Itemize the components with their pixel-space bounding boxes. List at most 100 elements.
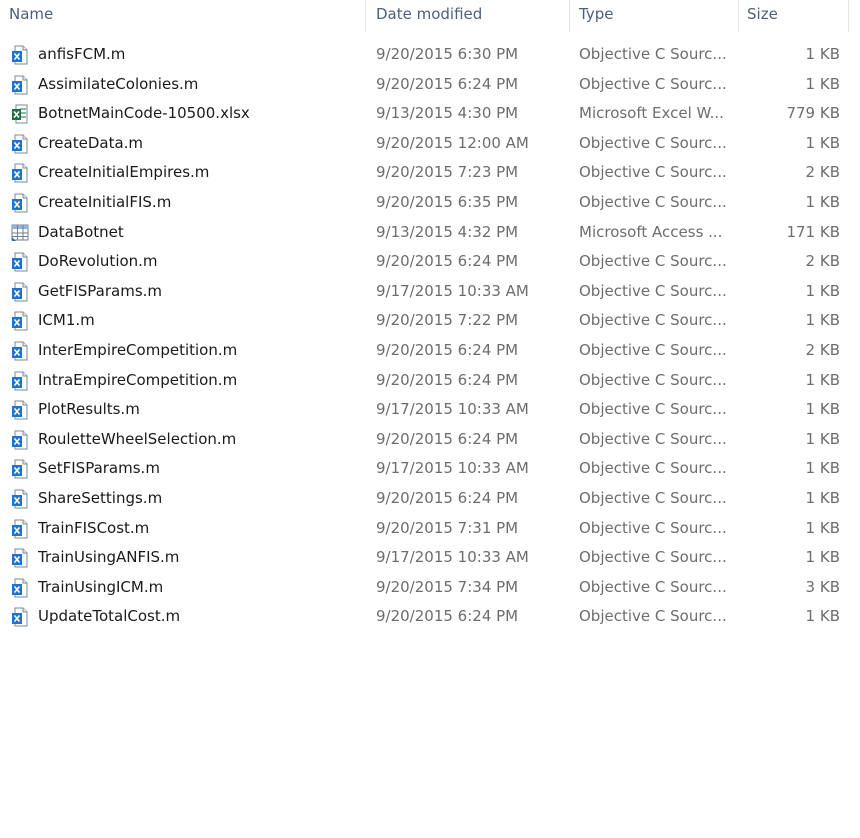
file-date-modified: 9/20/2015 6:30 PM: [376, 45, 519, 63]
file-type: Objective C Sourc...: [579, 163, 727, 182]
file-date-modified: 9/20/2015 6:35 PM: [376, 192, 519, 211]
column-divider[interactable]: [569, 0, 570, 32]
file-row[interactable]: RouletteWheelSelection.m 9/20/2015 6:24 P…: [0, 425, 860, 455]
file-date-modified: 9/20/2015 12:00 AM: [376, 133, 529, 152]
file-date-modified: 9/20/2015 7:31 PM: [376, 518, 519, 537]
file-name: PlotResults.m: [38, 400, 140, 419]
file-list: anfisFCM.m 9/20/2015 6:30 PM Objective C S…: [0, 40, 860, 632]
objective-c-file-icon: [11, 371, 29, 391]
file-name: anfisFCM.m: [38, 45, 126, 63]
file-type: Objective C Sourc...: [579, 281, 727, 300]
file-date-modified: 9/20/2015 7:23 PM: [376, 163, 519, 182]
file-name: CreateInitialFIS.m: [38, 192, 172, 211]
objective-c-file-icon: [11, 459, 29, 479]
file-size: 1 KB: [805, 518, 840, 537]
excel-file-icon: [11, 104, 29, 124]
file-date-modified: 9/20/2015 7:22 PM: [376, 311, 519, 330]
file-type: Objective C Sourc...: [579, 74, 727, 93]
file-size: 1 KB: [805, 400, 840, 419]
column-divider[interactable]: [848, 0, 849, 32]
file-size: 1 KB: [805, 488, 840, 507]
file-name: TrainUsingANFIS.m: [38, 548, 180, 567]
file-row[interactable]: ShareSettings.m 9/20/2015 6:24 PM Objectiv…: [0, 484, 860, 514]
file-type: Objective C Sourc...: [579, 252, 727, 271]
file-type: Objective C Sourc...: [579, 459, 727, 478]
file-row[interactable]: PlotResults.m 9/17/2015 10:33 AM Objective…: [0, 395, 860, 425]
file-row[interactable]: TrainFISCost.m 9/20/2015 7:31 PM Objective…: [0, 514, 860, 544]
file-row[interactable]: AssimilateColonies.m 9/20/2015 6:24 PM Obj…: [0, 70, 860, 100]
file-row[interactable]: CreateInitialEmpires.m 9/20/2015 7:23 PM O…: [0, 158, 860, 188]
file-name: TrainUsingICM.m: [38, 577, 164, 596]
column-header-type[interactable]: Type: [579, 4, 737, 26]
file-date-modified: 9/20/2015 6:24 PM: [376, 252, 519, 271]
file-row[interactable]: ICM1.m 9/20/2015 7:22 PM Objective C Sourc…: [0, 306, 860, 336]
file-type: Objective C Sourc...: [579, 192, 727, 211]
file-row[interactable]: TrainUsingICM.m 9/20/2015 7:34 PM Objectiv…: [0, 573, 860, 603]
file-row[interactable]: SetFISParams.m 9/17/2015 10:33 AM Objectiv…: [0, 454, 860, 484]
file-name: BotnetMainCode-10500.xlsx: [38, 104, 250, 123]
objective-c-file-icon: [11, 282, 29, 302]
file-type: Objective C Sourc...: [579, 400, 727, 419]
column-header-date-modified[interactable]: Date modified: [376, 4, 566, 26]
file-row[interactable]: UpdateTotalCost.m 9/20/2015 6:24 PM Object…: [0, 602, 860, 632]
objective-c-file-icon: [11, 163, 29, 183]
file-name: IntraEmpireCompetition.m: [38, 370, 238, 389]
file-name: TrainFISCost.m: [38, 518, 150, 537]
file-name: AssimilateColonies.m: [38, 74, 199, 93]
file-type: Objective C Sourc...: [579, 577, 727, 596]
file-size: 1 KB: [805, 311, 840, 330]
file-name: ICM1.m: [38, 311, 95, 330]
objective-c-file-icon: [11, 607, 29, 627]
file-row[interactable]: anfisFCM.m 9/20/2015 6:30 PM Objective C S…: [0, 40, 860, 70]
file-date-modified: 9/13/2015 4:32 PM: [376, 222, 519, 241]
objective-c-file-icon: [11, 430, 29, 450]
file-name: ShareSettings.m: [38, 488, 163, 507]
file-type: Microsoft Access ...: [579, 222, 723, 241]
file-date-modified: 9/20/2015 6:24 PM: [376, 340, 519, 359]
access-table-icon: [11, 223, 29, 243]
column-header-name[interactable]: Name: [9, 4, 363, 26]
file-row[interactable]: InterEmpireCompetition.m 9/20/2015 6:24 P…: [0, 336, 860, 366]
file-row[interactable]: DoRevolution.m 9/20/2015 6:24 PM Objective…: [0, 247, 860, 277]
file-date-modified: 9/17/2015 10:33 AM: [376, 281, 529, 300]
file-name: CreateInitialEmpires.m: [38, 163, 210, 182]
file-size: 171 KB: [786, 222, 840, 241]
file-size: 1 KB: [805, 548, 840, 567]
column-divider[interactable]: [738, 0, 739, 32]
file-date-modified: 9/20/2015 6:24 PM: [376, 429, 519, 448]
file-size: 1 KB: [805, 370, 840, 389]
file-name: CreateData.m: [38, 133, 144, 152]
file-date-modified: 9/17/2015 10:33 AM: [376, 459, 529, 478]
file-type: Objective C Sourc...: [579, 311, 727, 330]
file-row[interactable]: BotnetMainCode-10500.xlsx 9/13/2015 4:30 …: [0, 99, 860, 129]
column-header-size[interactable]: Size: [747, 4, 847, 26]
column-header-bar: Name Date modified Type Size: [0, 0, 860, 32]
file-size: 2 KB: [805, 163, 840, 182]
file-size: 1 KB: [805, 133, 840, 152]
file-row[interactable]: GetFISParams.m 9/17/2015 10:33 AM Objectiv…: [0, 277, 860, 307]
file-type: Microsoft Excel W...: [579, 104, 724, 123]
column-divider[interactable]: [365, 0, 366, 32]
file-size: 1 KB: [805, 45, 840, 63]
file-type: Objective C Sourc...: [579, 429, 727, 448]
file-explorer: Name Date modified Type Size anfisFCM.m 9…: [0, 0, 860, 838]
file-type: Objective C Sourc...: [579, 548, 727, 567]
file-date-modified: 9/20/2015 6:24 PM: [376, 370, 519, 389]
file-type: Objective C Sourc...: [579, 370, 727, 389]
file-name: GetFISParams.m: [38, 281, 163, 300]
objective-c-file-icon: [11, 193, 29, 213]
objective-c-file-icon: [11, 311, 29, 331]
file-name: DataBotnet: [38, 222, 124, 241]
file-row[interactable]: CreateInitialFIS.m 9/20/2015 6:35 PM Objec…: [0, 188, 860, 218]
file-row[interactable]: CreateData.m 9/20/2015 12:00 AM Objective …: [0, 129, 860, 159]
file-row[interactable]: DataBotnet 9/13/2015 4:32 PM Microsoft Acc…: [0, 218, 860, 248]
file-size: 1 KB: [805, 192, 840, 211]
file-date-modified: 9/17/2015 10:33 AM: [376, 548, 529, 567]
file-row[interactable]: TrainUsingANFIS.m 9/17/2015 10:33 AM Objec…: [0, 543, 860, 573]
file-size: 1 KB: [805, 74, 840, 93]
objective-c-file-icon: [11, 252, 29, 272]
file-row[interactable]: IntraEmpireCompetition.m 9/20/2015 6:24 P…: [0, 366, 860, 396]
file-date-modified: 9/20/2015 7:34 PM: [376, 577, 519, 596]
file-size: 2 KB: [805, 252, 840, 271]
file-type: Objective C Sourc...: [579, 607, 727, 626]
